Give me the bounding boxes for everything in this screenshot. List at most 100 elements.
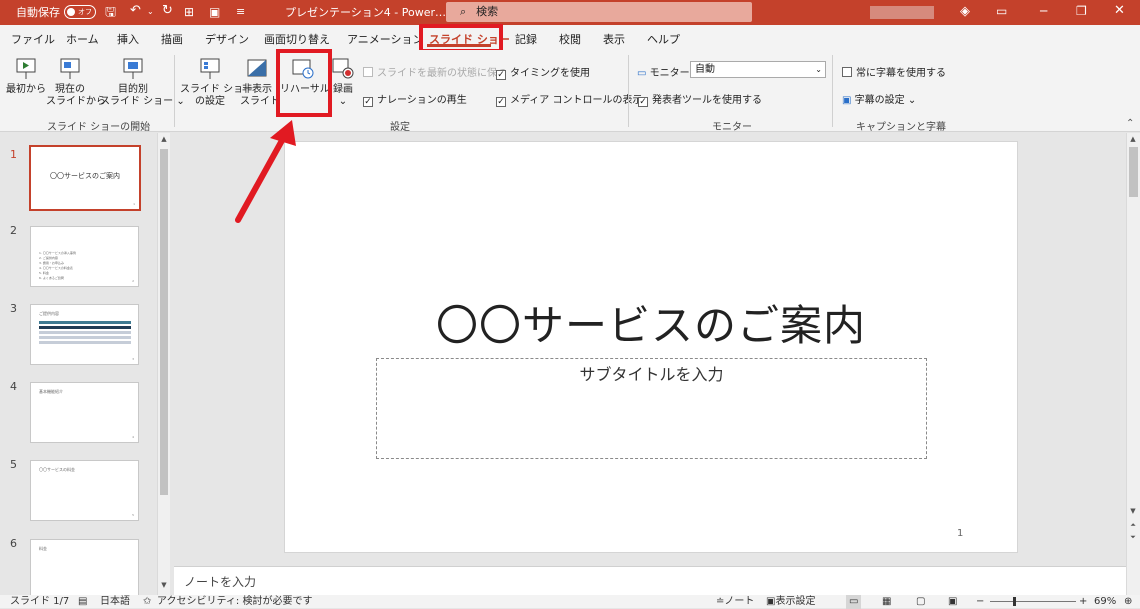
custom-show-button[interactable]: 目的別 スライド ショー ⌄ — [100, 57, 185, 108]
tab-design[interactable]: デザイン — [205, 31, 249, 47]
collapse-ribbon-icon[interactable]: ⌃ — [1126, 118, 1134, 129]
diamond-icon[interactable]: ◈ — [960, 4, 970, 19]
restore-icon[interactable]: ❐ — [1076, 4, 1087, 18]
reading-view-icon[interactable]: ▢ — [916, 595, 925, 609]
record-slideshow-icon — [332, 58, 354, 79]
title-bar: 自動保存 オフ 🖫 ↶ ⌄ ↻ ⊞ ▣ ≡ プレゼンテーション4 - Power… — [0, 0, 1140, 25]
custom-show-label-2: スライド ショー ⌄ — [100, 96, 185, 107]
picture-qat-icon[interactable]: ▣ — [209, 5, 220, 19]
tab-insert[interactable]: 挿入 — [117, 31, 139, 47]
tab-record[interactable]: 記録 — [515, 31, 537, 47]
accessibility-status[interactable]: アクセシビリティ: 検討が必要です — [157, 595, 312, 609]
tab-help[interactable]: ヘルプ — [647, 31, 680, 47]
group-label-setup: 設定 — [390, 122, 410, 133]
scrollbar-thumb[interactable] — [1129, 147, 1138, 197]
rehearse-timings-button[interactable]: リハーサル — [280, 57, 330, 96]
slide-title[interactable]: 〇〇サービスのご案内 — [285, 292, 1017, 353]
media-controls-checkbox[interactable]: ✓ メディア コントロールの表示 — [496, 91, 642, 107]
notes-placeholder: ノートを入力 — [184, 575, 257, 589]
search-box[interactable]: ⌕ 検索 — [446, 2, 752, 22]
scroll-down-icon[interactable]: ▼ — [1127, 507, 1139, 515]
spelling-icon[interactable]: ▤ — [78, 595, 87, 609]
slide-canvas[interactable]: 〇〇サービスのご案内 サブタイトルを入力 1 — [284, 141, 1018, 553]
thumbnail-line: 1. 〇〇サービスの導入事例 — [39, 251, 76, 255]
slide-page-number: 1 — [957, 528, 964, 539]
close-icon[interactable]: ✕ — [1114, 3, 1125, 18]
account-name[interactable] — [870, 6, 934, 19]
slide-thumbnail-6[interactable]: 料金 — [30, 539, 139, 595]
scroll-up-icon[interactable]: ▲ — [158, 135, 170, 143]
slide-thumbnail-4[interactable]: 基本機能紹介 4 — [30, 382, 139, 443]
thumbnail-line: 3. 費用・お申込み — [39, 261, 64, 265]
keep-fresh-checkbox[interactable]: スライドを最新の状態に保つ — [363, 64, 507, 79]
caption-settings-button[interactable]: ▣ 字幕の設定 ⌄ — [842, 91, 916, 106]
tab-review[interactable]: 校閲 — [559, 31, 581, 47]
zoom-out-icon[interactable]: − — [976, 595, 984, 609]
slide-thumbnail-5[interactable]: 〇〇サービスの料金 5 — [30, 460, 139, 521]
undo-icon[interactable]: ↶ — [130, 3, 141, 18]
customize-qat-icon[interactable]: ≡ — [236, 5, 245, 18]
autosave-toggle[interactable]: オフ — [64, 5, 96, 19]
tab-draw[interactable]: 描画 — [161, 31, 183, 47]
hide-slide-button[interactable]: 非表示 スライド — [240, 57, 280, 108]
from-current-icon — [60, 58, 80, 79]
notes-toggle-label: ノート — [724, 596, 755, 607]
normal-view-icon[interactable]: ▭ — [846, 595, 862, 609]
thumbnail-title: 基本機能紹介 — [39, 389, 63, 394]
tab-view[interactable]: 表示 — [603, 31, 625, 47]
use-timings-label: タイミングを使用 — [510, 68, 590, 79]
record-slideshow-button[interactable]: 録画 ⌄ — [330, 57, 356, 108]
checkmark-icon: ✓ — [496, 70, 506, 80]
slide-thumbnail-3[interactable]: ご提供内容 3 — [30, 304, 139, 365]
hide-slide-label-2: スライド — [240, 96, 280, 107]
zoom-in-icon[interactable]: + — [1079, 595, 1087, 609]
redo-icon[interactable]: ↻ — [162, 3, 173, 18]
language-status[interactable]: 日本語 — [100, 595, 130, 609]
tab-home[interactable]: ホーム — [66, 31, 99, 47]
tab-file[interactable]: ファイル — [11, 31, 55, 47]
from-beginning-button[interactable]: 最初から — [6, 57, 46, 96]
notes-toggle-button[interactable]: ≐ノート — [716, 595, 754, 609]
slideshow-view-icon[interactable]: ▣ — [948, 595, 957, 609]
undo-dropdown-icon[interactable]: ⌄ — [147, 7, 154, 16]
minimize-icon[interactable]: ─ — [1040, 4, 1047, 18]
scroll-up-icon[interactable]: ▲ — [1127, 135, 1139, 143]
display-settings-button[interactable]: ▣表示設定 — [766, 595, 815, 609]
presenter-view-checkbox[interactable]: ✓ 発表者ツールを使用する — [638, 91, 762, 107]
ribbon-display-icon[interactable]: ▭ — [996, 4, 1007, 18]
use-timings-checkbox[interactable]: ✓ タイミングを使用 — [496, 64, 590, 80]
group-label-start: スライド ショーの開始 — [47, 122, 151, 133]
slide-number: 1 — [10, 148, 17, 161]
group-separator — [628, 55, 629, 127]
previous-slide-icon[interactable]: ⏶ — [1127, 521, 1139, 530]
tab-animations[interactable]: アニメーション — [347, 31, 424, 47]
monitor-select-value: 自動 — [695, 64, 715, 75]
slide-sorter-icon[interactable]: ▦ — [882, 595, 891, 609]
slide-scrollbar[interactable]: ▲ ▼ ⏶ ⏷ — [1126, 133, 1140, 595]
fit-to-window-icon[interactable]: ⊕ — [1124, 595, 1132, 609]
always-subtitles-checkbox[interactable]: 常に字幕を使用する — [842, 64, 946, 79]
zoom-slider[interactable] — [990, 601, 1076, 602]
media-controls-label: メディア コントロールの表示 — [510, 95, 643, 106]
next-slide-icon[interactable]: ⏷ — [1127, 533, 1139, 542]
notes-pane[interactable]: ノートを入力 — [174, 566, 1126, 595]
tab-transitions[interactable]: 画面切り替え — [264, 31, 330, 47]
monitor-label: ▭ モニター: — [637, 64, 693, 79]
setup-show-button[interactable]: スライド ショー の設定 — [180, 57, 253, 108]
from-current-button[interactable]: 現在の スライドから — [46, 57, 106, 108]
narration-label: ナレーションの再生 — [377, 95, 467, 106]
narration-checkbox[interactable]: ✓ ナレーションの再生 — [363, 91, 467, 107]
save-icon[interactable]: 🖫 — [105, 3, 116, 25]
from-beginning-qat-icon[interactable]: ⊞ — [184, 5, 194, 19]
thumbnail-scrollbar[interactable]: ▲ ▼ — [157, 133, 170, 595]
subtitle-placeholder[interactable]: サブタイトルを入力 — [376, 358, 927, 459]
checkbox-box — [363, 67, 373, 77]
scrollbar-thumb[interactable] — [160, 149, 168, 495]
zoom-slider-handle[interactable] — [1013, 597, 1016, 606]
slide-thumbnail-2[interactable]: 1. 〇〇サービスの導入事例 2. ご提供内容 3. 費用・お申込み 4. 〇〇… — [30, 226, 139, 287]
zoom-level[interactable]: 69% — [1094, 595, 1116, 609]
slide-thumbnail-1[interactable]: 〇〇サービスのご案内 1 — [29, 145, 141, 211]
monitor-select[interactable]: 自動 ⌄ — [690, 61, 826, 78]
monitor-label-text: モニター: — [649, 68, 694, 79]
scroll-down-icon[interactable]: ▼ — [158, 581, 170, 589]
